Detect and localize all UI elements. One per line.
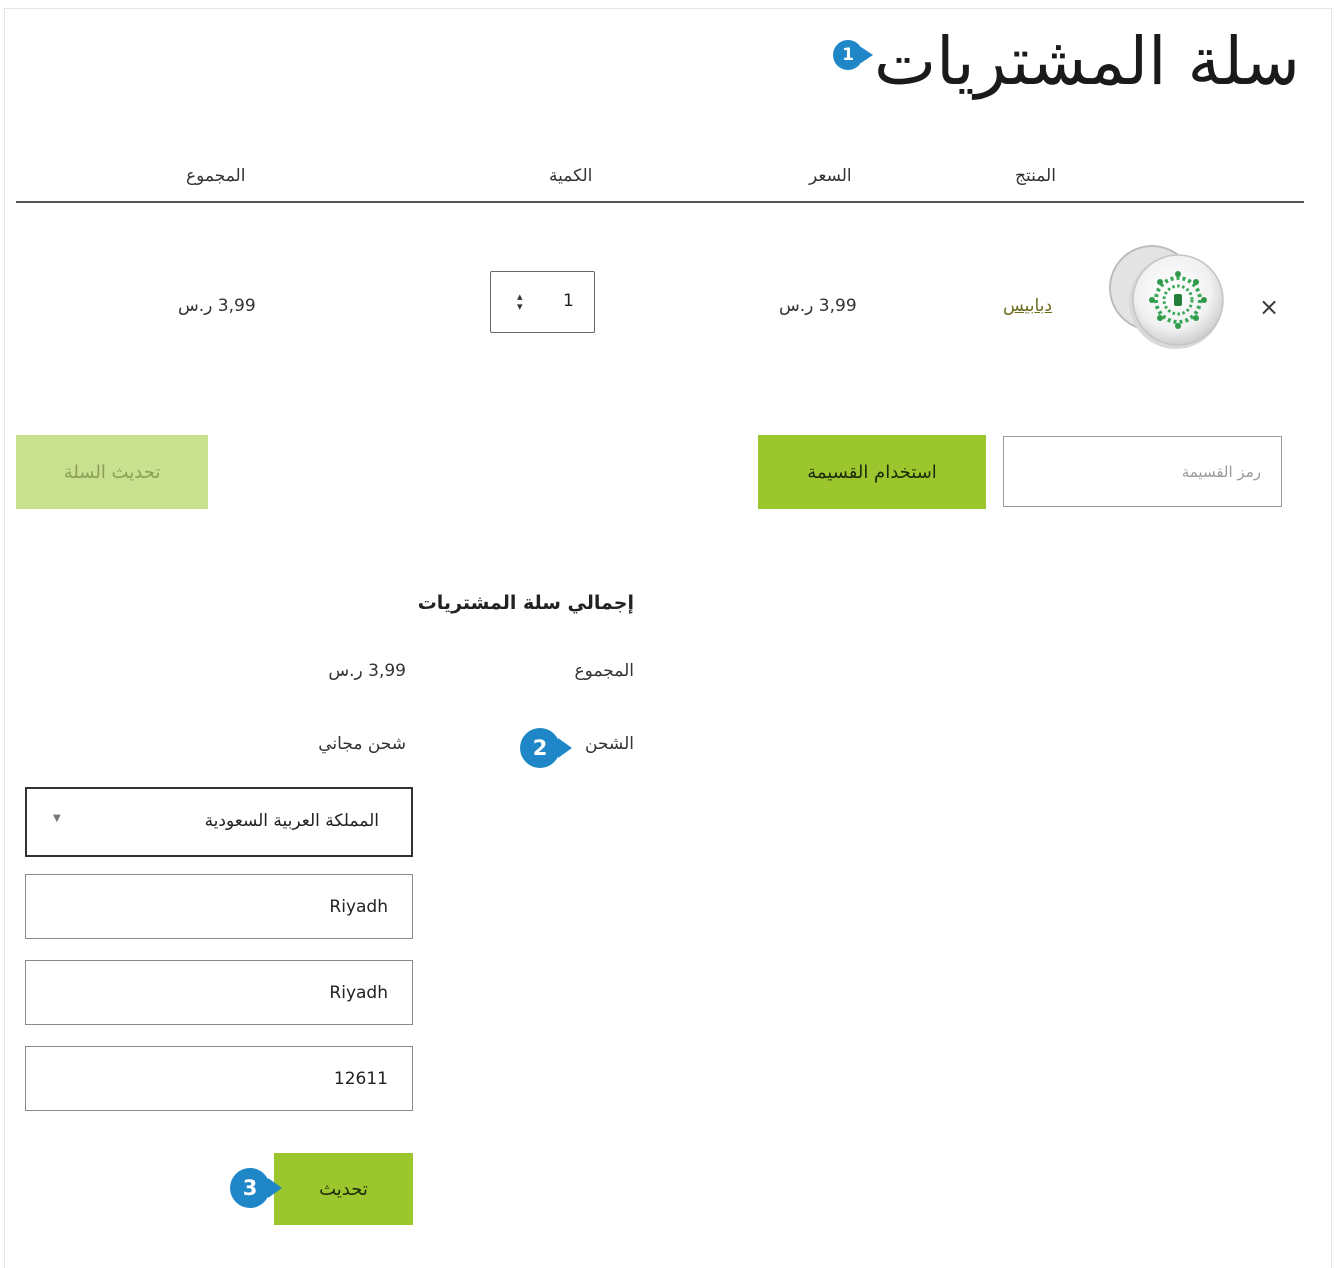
page-title: سلة المشتريات xyxy=(874,23,1300,100)
apply-coupon-button[interactable]: استخدام القسيمة xyxy=(758,435,986,509)
product-price: 3,99 ر.س xyxy=(779,296,857,316)
postcode-field[interactable] xyxy=(25,1046,413,1111)
column-header-price: السعر xyxy=(809,166,852,186)
product-thumbnail[interactable] xyxy=(1100,242,1226,352)
callout-badge-2: 2 xyxy=(520,728,572,768)
quantity-stepper[interactable]: ▴ ▾ 1 xyxy=(490,271,595,333)
remove-item-icon[interactable]: × xyxy=(1259,292,1279,322)
subtotal-value: 3,99 ر.س xyxy=(328,661,406,681)
chevron-down-icon[interactable]: ▼ xyxy=(53,813,61,824)
shipping-label: الشحن xyxy=(585,734,634,754)
stepper-arrows-icon[interactable]: ▴ ▾ xyxy=(517,291,523,312)
row-total: 3,99 ر.س xyxy=(178,296,256,316)
product-name-link[interactable]: دبابيس xyxy=(1003,296,1052,316)
callout-badge-3: 3 xyxy=(230,1168,282,1208)
update-cart-button[interactable]: تحديث السلة xyxy=(16,435,208,509)
country-selected-value[interactable]: المملكة العربية السعودية xyxy=(205,811,379,831)
column-header-total: المجموع xyxy=(186,166,246,186)
city-field[interactable] xyxy=(25,960,413,1025)
state-field[interactable] xyxy=(25,874,413,939)
callout-badge-1: 1 xyxy=(833,40,873,70)
header-divider xyxy=(16,201,1304,203)
column-header-quantity: الكمية xyxy=(549,166,593,186)
update-shipping-button[interactable]: تحديث xyxy=(274,1153,413,1225)
coupon-code-input[interactable] xyxy=(1003,436,1282,507)
shipping-value: شحن مجاني xyxy=(318,734,406,754)
country-select[interactable]: المملكة العربية السعودية ▼ xyxy=(25,787,413,857)
subtotal-label: المجموع xyxy=(574,661,634,681)
cart-totals-title: إجمالي سلة المشتريات xyxy=(417,592,634,614)
quantity-value[interactable]: 1 xyxy=(563,291,574,311)
column-header-product: المنتج xyxy=(1015,166,1056,186)
